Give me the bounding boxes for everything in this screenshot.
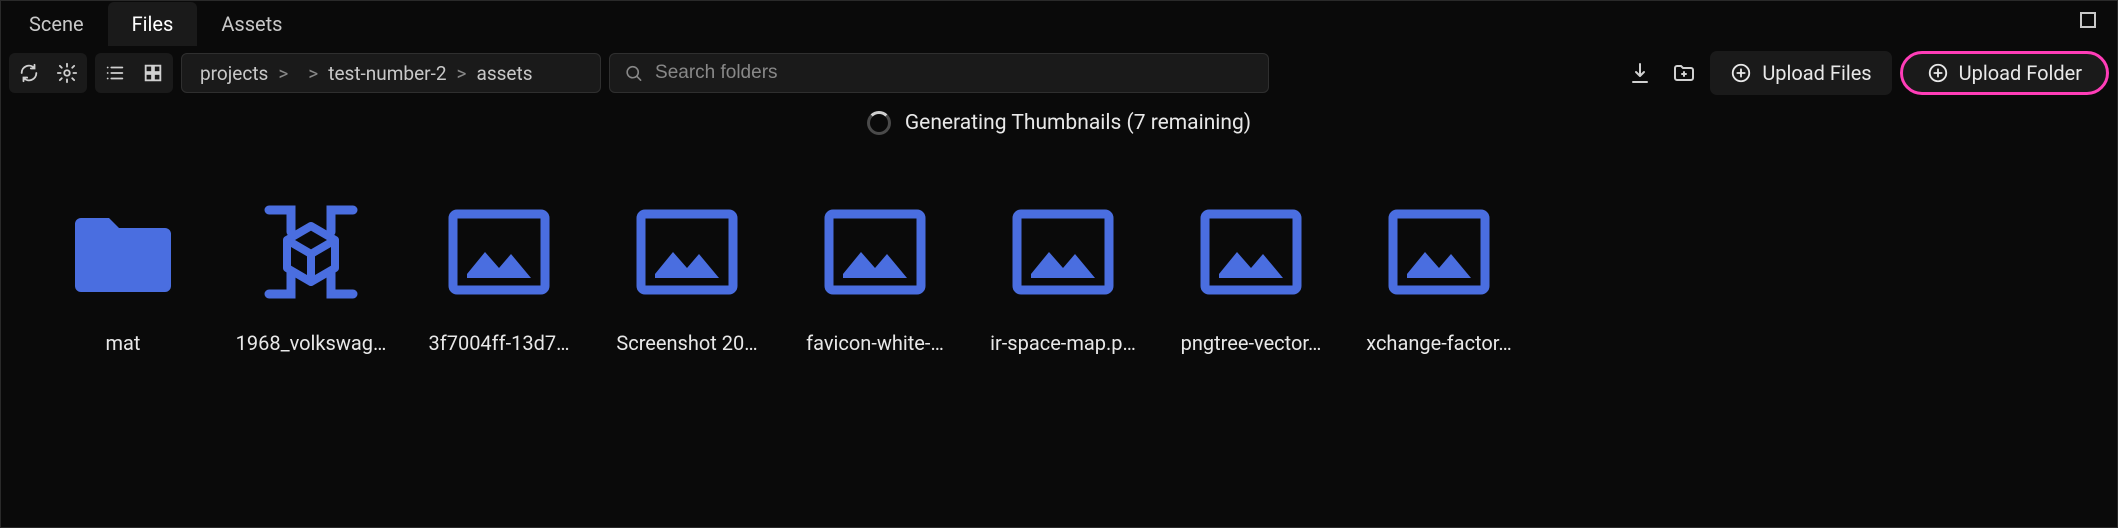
file-item[interactable]: favicon-white-…: [781, 187, 969, 355]
folder-icon: [58, 187, 188, 317]
image-icon: [998, 187, 1128, 317]
search-icon: [624, 63, 643, 83]
list-view-button[interactable]: [97, 55, 133, 91]
image-icon: [810, 187, 940, 317]
tab-assets[interactable]: Assets: [197, 2, 306, 46]
image-icon: [434, 187, 564, 317]
tab-scene[interactable]: Scene: [5, 2, 108, 46]
new-folder-button[interactable]: [1666, 55, 1702, 91]
list-icon: [104, 62, 126, 84]
file-label: xchange-factor…: [1366, 331, 1512, 355]
spinner-icon: [867, 111, 891, 135]
file-label: ir-space-map.p…: [990, 331, 1136, 355]
upload-folder-label: Upload Folder: [1959, 61, 2082, 85]
file-item[interactable]: pngtree-vector…: [1157, 187, 1345, 355]
breadcrumb: projects > > test-number-2 > assets: [181, 53, 601, 93]
model-icon: [246, 187, 376, 317]
file-label: mat: [106, 331, 141, 355]
file-label: 1968_volkswag…: [236, 331, 387, 355]
search-box[interactable]: [609, 53, 1269, 93]
file-item[interactable]: xchange-factor…: [1345, 187, 1533, 355]
refresh-icon: [18, 62, 40, 84]
chevron-right-icon: >: [308, 62, 318, 85]
chevron-right-icon: >: [457, 62, 467, 85]
grid-icon: [142, 62, 164, 84]
file-label: favicon-white-…: [806, 331, 944, 355]
gear-icon: [56, 62, 78, 84]
settings-button[interactable]: [49, 55, 85, 91]
chevron-right-icon: >: [278, 62, 288, 85]
maximize-button[interactable]: [2079, 11, 2103, 35]
search-input[interactable]: [655, 62, 1254, 84]
file-label: Screenshot 20…: [616, 331, 757, 355]
plus-circle-icon: [1927, 62, 1949, 84]
folder-plus-icon: [1672, 61, 1696, 85]
toolbar: projects > > test-number-2 > assets: [1, 47, 2117, 99]
upload-files-button[interactable]: Upload Files: [1710, 51, 1891, 95]
panel-tabs: Scene Files Assets: [1, 1, 2117, 47]
file-item[interactable]: ir-space-map.p…: [969, 187, 1157, 355]
grid-view-button[interactable]: [135, 55, 171, 91]
file-grid: mat 1968_volkswag… 3f7004ff-13d7… Screen…: [1, 147, 2117, 395]
maximize-icon: [2079, 11, 2097, 29]
file-item[interactable]: 3f7004ff-13d7…: [405, 187, 593, 355]
upload-folder-button[interactable]: Upload Folder: [1900, 51, 2109, 95]
breadcrumb-item[interactable]: assets: [476, 62, 532, 85]
download-icon: [1628, 61, 1652, 85]
tab-files[interactable]: Files: [108, 2, 198, 46]
image-icon: [1374, 187, 1504, 317]
file-label: pngtree-vector…: [1181, 331, 1322, 355]
file-item[interactable]: 1968_volkswag…: [217, 187, 405, 355]
file-label: 3f7004ff-13d7…: [429, 331, 570, 355]
download-button[interactable]: [1622, 55, 1658, 91]
refresh-button[interactable]: [11, 55, 47, 91]
plus-circle-icon: [1730, 62, 1752, 84]
image-icon: [1186, 187, 1316, 317]
breadcrumb-item[interactable]: projects: [200, 62, 268, 85]
file-item[interactable]: mat: [29, 187, 217, 355]
breadcrumb-item[interactable]: test-number-2: [328, 62, 446, 85]
file-item[interactable]: Screenshot 20…: [593, 187, 781, 355]
status-text: Generating Thumbnails (7 remaining): [905, 111, 1251, 135]
status-row: Generating Thumbnails (7 remaining): [1, 99, 2117, 147]
upload-files-label: Upload Files: [1762, 61, 1871, 85]
image-icon: [622, 187, 752, 317]
